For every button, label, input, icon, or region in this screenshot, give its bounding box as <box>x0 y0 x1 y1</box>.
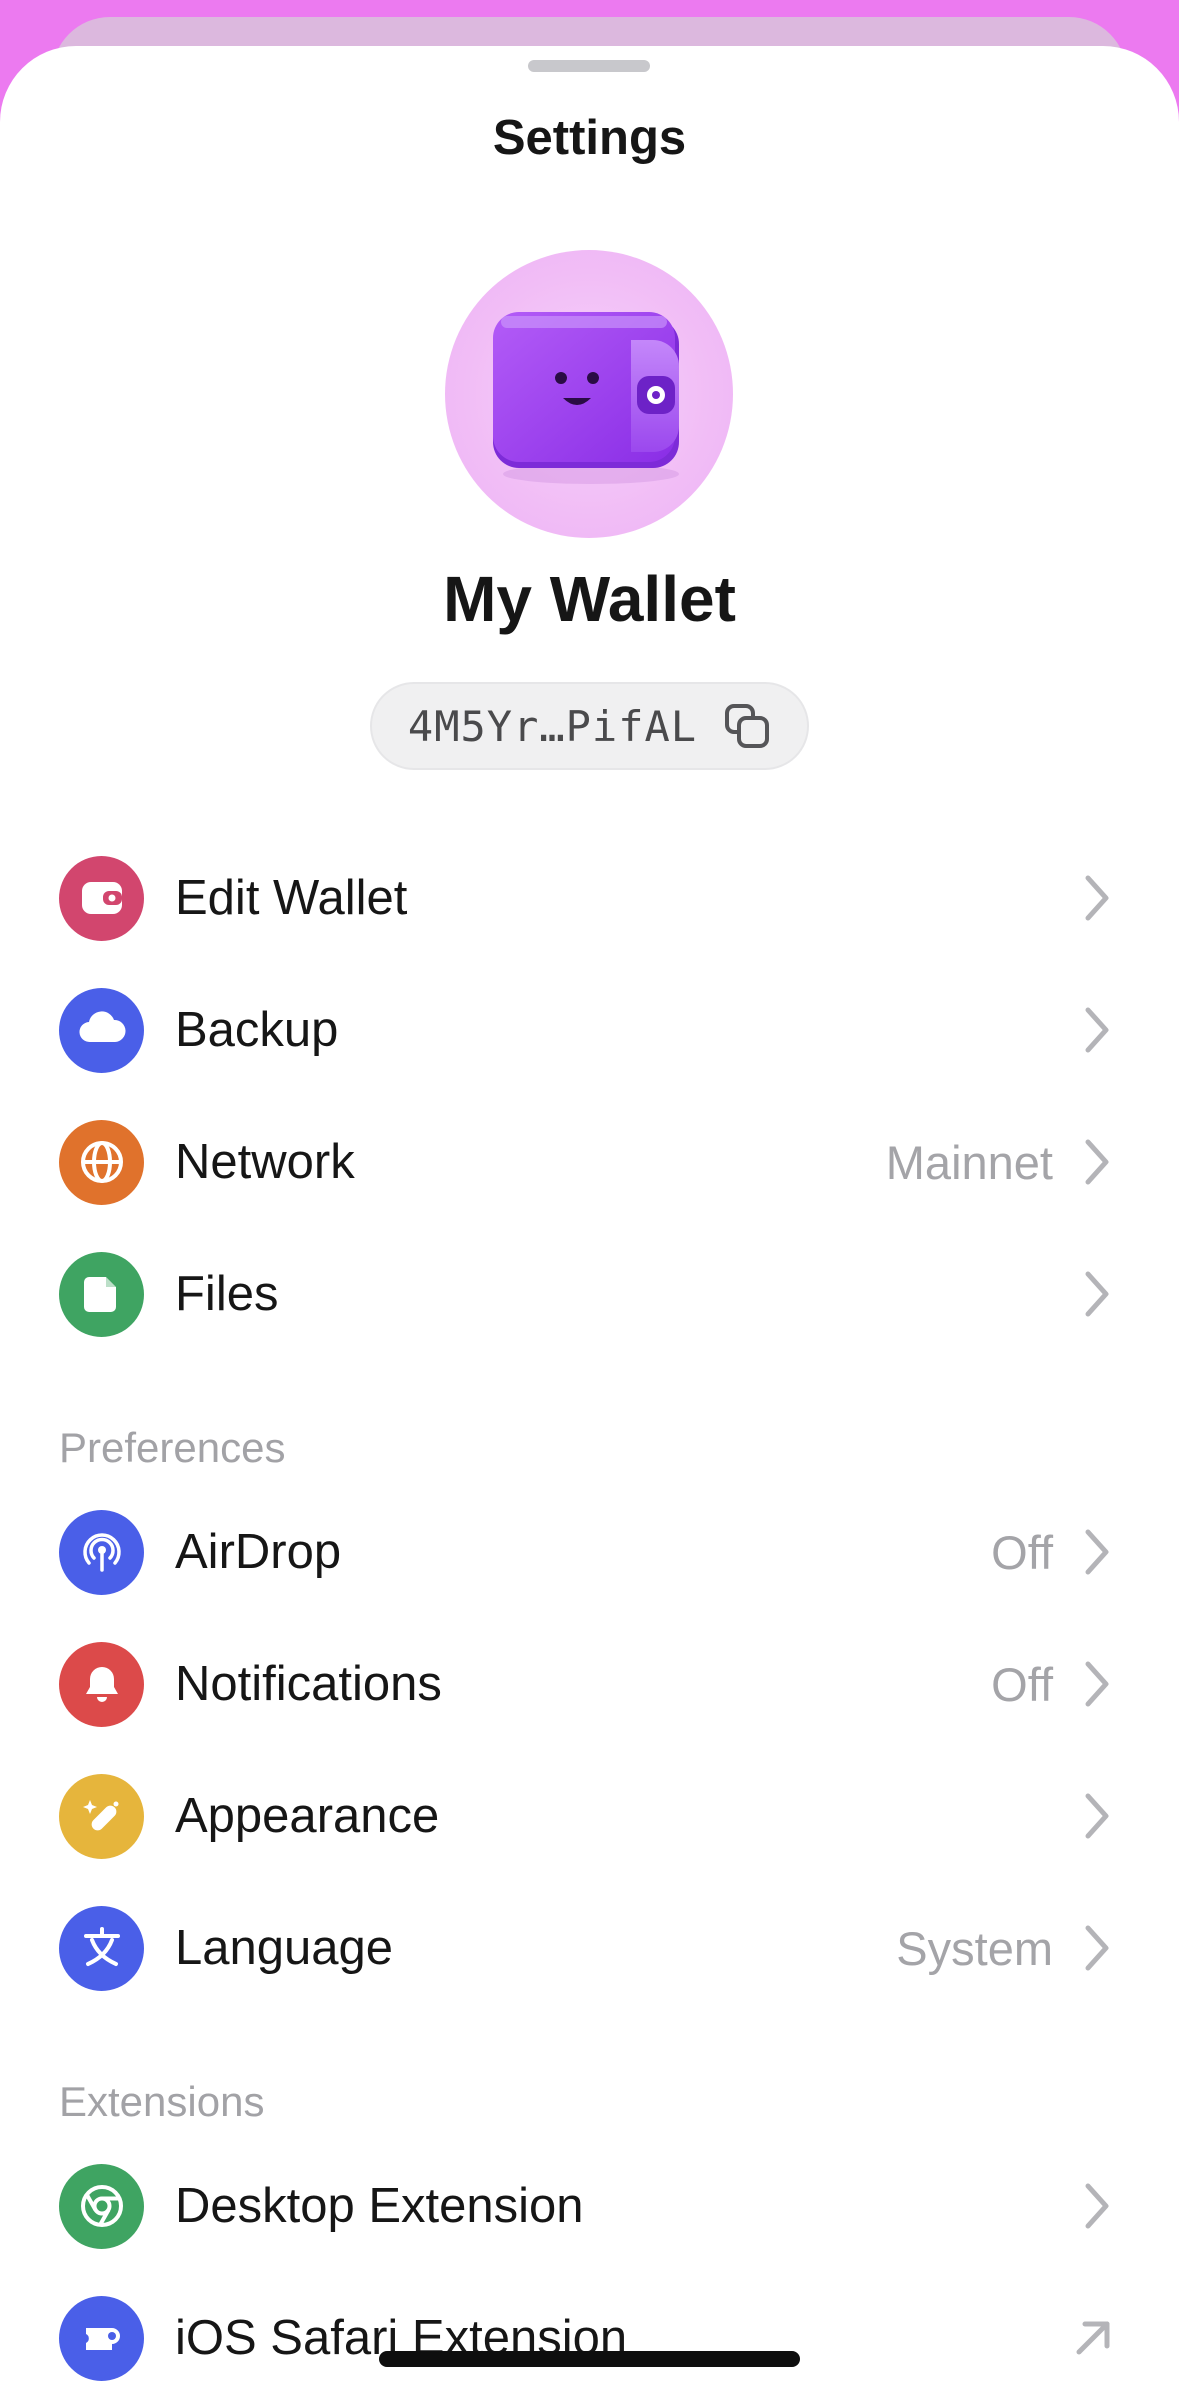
settings-row-network[interactable]: Network Mainnet <box>0 1096 1179 1228</box>
row-label: Language <box>175 1921 394 1975</box>
globe-icon <box>59 1119 144 1205</box>
settings-row-edit-wallet[interactable]: Edit Wallet <box>0 832 1179 964</box>
settings-row-airdrop[interactable]: AirDrop Off <box>0 1486 1179 1618</box>
address-copy-button[interactable]: 4M5Yr…PifAL <box>370 682 809 770</box>
chevron-right-icon <box>1079 1269 1115 1319</box>
row-label: Desktop Extension <box>175 2179 584 2233</box>
row-label: Appearance <box>175 1789 440 1843</box>
wallet-address: 4M5Yr…PifAL <box>407 701 698 751</box>
cloud-icon <box>59 987 144 1073</box>
settings-row-files[interactable]: Files <box>0 1228 1179 1360</box>
arrow-up-right-icon <box>1071 2313 1115 2363</box>
row-label: Edit Wallet <box>175 871 408 925</box>
row-value: Mainnet <box>885 1135 1053 1189</box>
row-label: Files <box>175 1267 279 1321</box>
row-label: Backup <box>175 1003 339 1057</box>
settings-row-desktop-extension[interactable]: Desktop Extension <box>0 2140 1179 2272</box>
row-value: System <box>896 1921 1053 1975</box>
wallet-name: My Wallet <box>443 563 736 635</box>
settings-row-ios-safari-extension[interactable]: iOS Safari Extension <box>0 2272 1179 2396</box>
row-label: Network <box>175 1135 355 1189</box>
wallet-icon <box>59 855 144 941</box>
settings-row-appearance[interactable]: Appearance <box>0 1750 1179 1882</box>
bell-icon <box>59 1641 144 1727</box>
chevron-right-icon <box>1079 1005 1115 1055</box>
section-heading-preferences: Preferences <box>59 1424 286 1471</box>
airdrop-icon <box>59 1509 144 1595</box>
wallet-avatar[interactable] <box>445 250 733 538</box>
page-title: Settings <box>492 111 687 165</box>
settings-row-notifications[interactable]: Notifications Off <box>0 1618 1179 1750</box>
row-value: Off <box>991 1657 1053 1711</box>
magic-wand-icon <box>59 1773 144 1859</box>
translate-icon <box>59 1905 144 1991</box>
chevron-right-icon <box>1079 2181 1115 2231</box>
settings-row-language[interactable]: Language System <box>0 1882 1179 2014</box>
chevron-right-icon <box>1079 1923 1115 1973</box>
chevron-right-icon <box>1079 1791 1115 1841</box>
chevron-right-icon <box>1079 1137 1115 1187</box>
row-value: Off <box>991 1525 1053 1579</box>
copy-icon <box>725 704 770 748</box>
puzzle-icon <box>59 2295 144 2381</box>
chevron-right-icon <box>1079 1527 1115 1577</box>
sheet-grabber[interactable] <box>528 60 650 72</box>
row-label: Notifications <box>175 1657 442 1711</box>
chrome-icon <box>59 2163 144 2249</box>
wallet-mascot-icon <box>493 312 679 484</box>
row-label: AirDrop <box>175 1525 342 1579</box>
section-heading-extensions: Extensions <box>59 2078 265 2125</box>
home-indicator[interactable] <box>379 2351 800 2367</box>
chevron-right-icon <box>1079 873 1115 923</box>
settings-screen: Settings My Wallet 4M5Yr…PifAL Edit Wall… <box>0 0 1179 2396</box>
file-icon <box>59 1251 144 1337</box>
settings-row-backup[interactable]: Backup <box>0 964 1179 1096</box>
chevron-right-icon <box>1079 1659 1115 1709</box>
